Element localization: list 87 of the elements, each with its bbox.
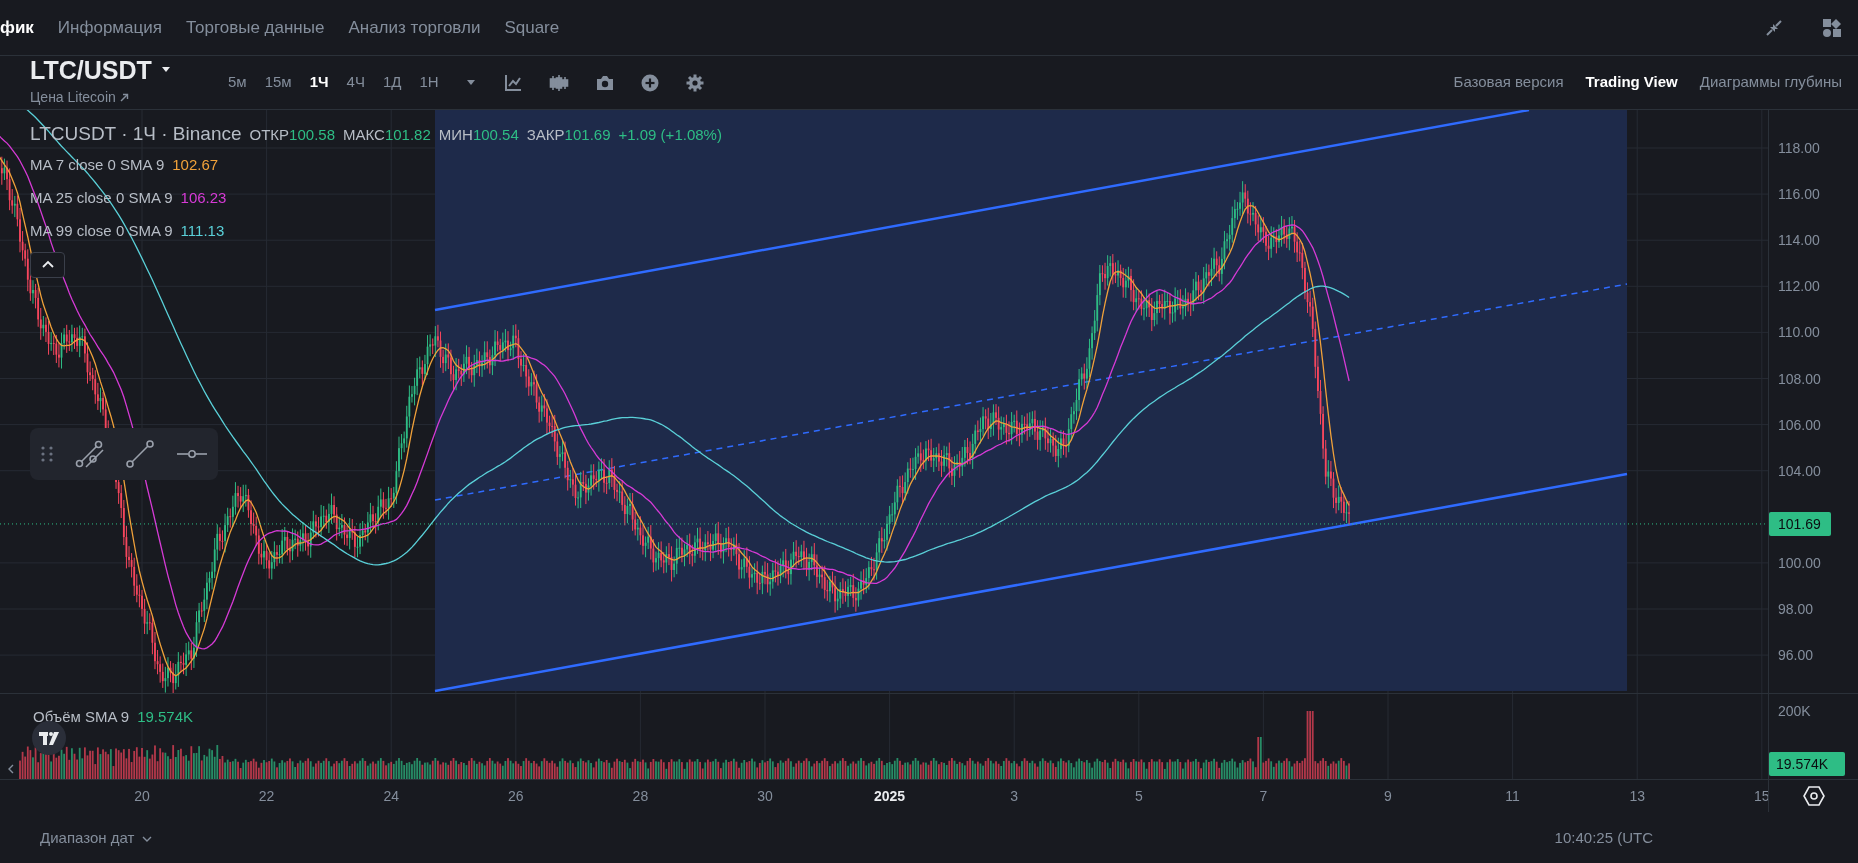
date-range-dropdown[interactable]: Диапазон дат bbox=[40, 827, 153, 850]
ohlc-label: ОТКР bbox=[249, 125, 290, 145]
price-label: 108.00 bbox=[1778, 370, 1821, 387]
ohlc-value: 100.54 bbox=[472, 125, 519, 145]
price-label: 112.00 bbox=[1778, 278, 1820, 295]
ohlc-label: МИН bbox=[438, 125, 473, 145]
time-label: 11 bbox=[1505, 788, 1520, 804]
time-label: 26 bbox=[508, 788, 524, 804]
indicator-value: 111.13 bbox=[180, 220, 225, 241]
volume-value: 19.574K bbox=[137, 707, 194, 727]
indicator-value: 102.67 bbox=[172, 154, 219, 175]
shapes-icon bbox=[1822, 17, 1842, 38]
chevron-left-icon bbox=[8, 764, 14, 774]
time-label: 24 bbox=[383, 788, 399, 804]
plus-icon bbox=[640, 73, 659, 92]
symbol-title: LTC/USDT bbox=[30, 57, 152, 83]
indicators-button[interactable] bbox=[503, 73, 522, 92]
collapse-button[interactable] bbox=[1764, 17, 1784, 38]
ohlc-label: МАКС bbox=[343, 125, 385, 145]
price-label: 114.00 bbox=[1778, 232, 1820, 249]
volume-label: Объём SMA 9 bbox=[33, 707, 130, 727]
line-chart-icon bbox=[503, 73, 522, 92]
logo-icon bbox=[32, 721, 66, 755]
ohlc-value: 100.58 bbox=[289, 125, 335, 145]
drag-handle-icon bbox=[40, 445, 55, 463]
scroll-left-button[interactable] bbox=[8, 764, 14, 774]
interval-button[interactable]: 1Ч bbox=[305, 71, 333, 94]
camera-icon bbox=[595, 74, 614, 91]
price-label: 118.00 bbox=[1778, 140, 1820, 156]
view-mode-tab[interactable]: Диаграммы глубины bbox=[1699, 71, 1842, 94]
ohlc-value: 101.69 bbox=[564, 125, 611, 145]
add-button[interactable] bbox=[640, 73, 659, 92]
interval-button[interactable]: 1Н bbox=[415, 71, 443, 94]
view-mode-tab[interactable]: Базовая версия bbox=[1453, 71, 1564, 94]
nav-tab[interactable]: Информация bbox=[57, 0, 162, 56]
last-price-label: 101.69 bbox=[1769, 511, 1831, 536]
nav-tab[interactable]: Анализ торговли bbox=[348, 0, 481, 56]
time-label: 30 bbox=[757, 788, 773, 804]
volume-axis-label: 200K bbox=[1778, 703, 1811, 719]
view-mode-tab[interactable]: Trading View bbox=[1585, 71, 1678, 94]
time-label: 22 bbox=[258, 788, 275, 804]
ohlc-value: 101.82 bbox=[384, 125, 431, 145]
price-label: 116.00 bbox=[1778, 186, 1820, 203]
interval-button[interactable]: 1Д bbox=[378, 71, 406, 94]
indicator-value: 106.23 bbox=[180, 187, 227, 208]
parallel-channel-icon[interactable] bbox=[74, 439, 105, 469]
price-label: 106.00 bbox=[1778, 416, 1821, 433]
collapse-arrows-icon bbox=[1764, 17, 1784, 38]
last-volume-label: 19.574K bbox=[1769, 752, 1845, 776]
ohlc-label: ЗАКР bbox=[526, 125, 565, 145]
trend-line-icon[interactable] bbox=[125, 439, 156, 469]
price-label: 104.00 bbox=[1778, 462, 1821, 479]
caret-icon bbox=[464, 78, 477, 87]
price-label: 98.00 bbox=[1778, 601, 1814, 617]
nav-tab[interactable]: Square bbox=[504, 0, 560, 56]
interval-button[interactable]: 5м bbox=[224, 71, 251, 94]
external-link-icon bbox=[119, 92, 129, 102]
symbol-dropdown[interactable] bbox=[159, 66, 172, 74]
price-label: 100.00 bbox=[1778, 554, 1821, 571]
clock-text: 10:40:25 (UTC bbox=[1554, 828, 1653, 849]
nav-tab[interactable]: Торговые данные bbox=[185, 0, 325, 56]
more-intervals-button[interactable] bbox=[464, 78, 477, 87]
candlestick-icon bbox=[548, 73, 569, 92]
caret-icon bbox=[159, 66, 172, 74]
layout-button[interactable] bbox=[1822, 17, 1842, 38]
collapse-legend-button[interactable] bbox=[30, 251, 65, 278]
chevron-up-icon bbox=[40, 260, 55, 269]
time-label: 13 bbox=[1629, 788, 1645, 804]
hexagon-settings-icon bbox=[1802, 786, 1825, 806]
nav-tab[interactable]: фик bbox=[0, 0, 34, 56]
screenshot-button[interactable] bbox=[595, 74, 614, 91]
horizontal-line-icon[interactable] bbox=[175, 449, 208, 459]
time-label: 7 bbox=[1259, 788, 1268, 804]
time-label: 9 bbox=[1384, 788, 1392, 804]
time-label: 5 bbox=[1134, 788, 1143, 804]
time-label: 2025 bbox=[874, 788, 906, 804]
chevron-down-icon bbox=[142, 835, 153, 842]
time-label: 3 bbox=[1010, 788, 1019, 804]
interval-button[interactable]: 4Ч bbox=[342, 71, 369, 94]
price-change: +1.09 (+1.08%) bbox=[618, 125, 722, 145]
interval-button[interactable]: 15м bbox=[260, 71, 296, 94]
price-label: 110.00 bbox=[1778, 324, 1820, 341]
price-label: 96.00 bbox=[1778, 647, 1814, 664]
symbol-subtitle[interactable]: Цена Litecoin bbox=[30, 86, 116, 108]
time-label: 20 bbox=[134, 788, 150, 804]
chart-type-button[interactable] bbox=[548, 73, 569, 92]
time-label: 28 bbox=[632, 788, 649, 804]
